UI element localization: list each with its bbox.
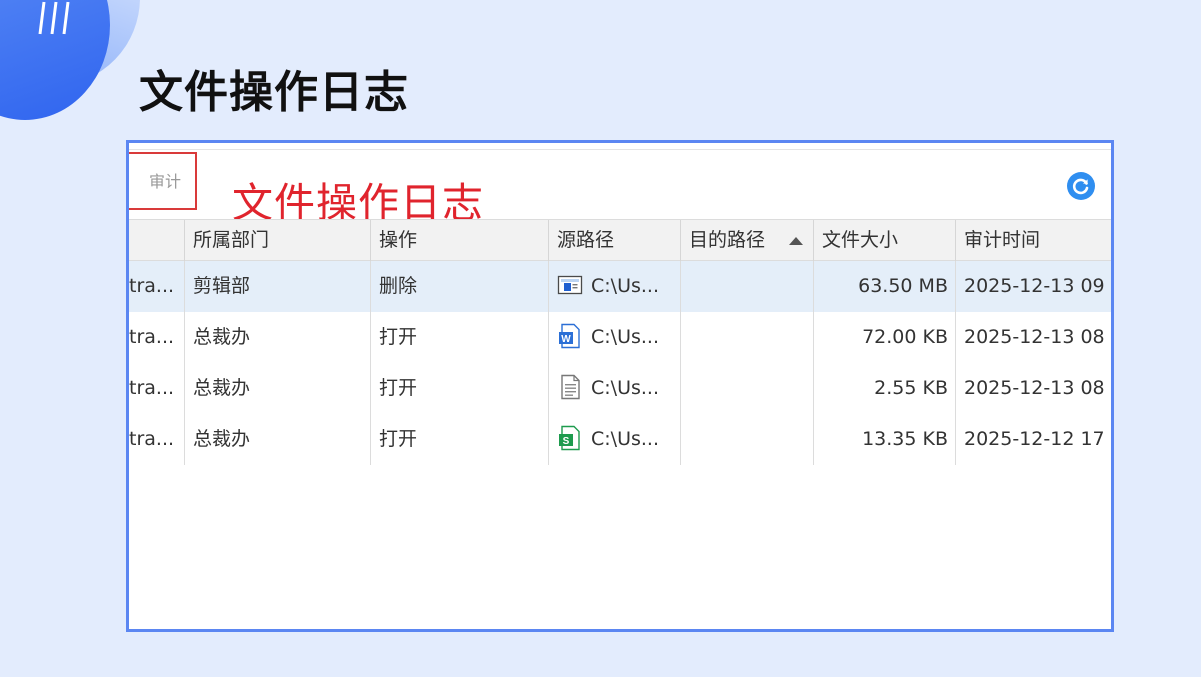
- cell-source-path: C:\Us...: [549, 261, 681, 312]
- source-path-text: C:\Us...: [591, 275, 659, 297]
- cell-audit-time: 2025-12-13 08: [956, 363, 1111, 414]
- cell-operation: 删除: [371, 261, 549, 312]
- cell-dest-path: [681, 414, 814, 465]
- decor-stripes-icon: [38, 1, 70, 35]
- refresh-icon[interactable]: [1066, 171, 1096, 201]
- cell-user: tra...: [129, 312, 185, 363]
- cell-dest-path: [681, 363, 814, 414]
- cell-operation: 打开: [371, 414, 549, 465]
- column-header-audit-time[interactable]: 审计时间: [956, 220, 1111, 261]
- cell-department: 剪辑部: [185, 261, 371, 312]
- table-row[interactable]: tra... 总裁办 打开 C:\Us... 2.55 KB 2025-12-1…: [129, 363, 1111, 414]
- cell-operation: 打开: [371, 363, 549, 414]
- column-header-operation[interactable]: 操作: [371, 220, 549, 261]
- table-header: 所属部门 操作 源路径 目的路径 文件大小 审计时间: [129, 219, 1111, 261]
- table-row[interactable]: tra... 剪辑部 删除 C:\Us... 63.50 MB 2025-12-…: [129, 261, 1111, 312]
- column-header-department[interactable]: 所属部门: [185, 220, 371, 261]
- cell-department: 总裁办: [185, 312, 371, 363]
- cell-file-size: 13.35 KB: [814, 414, 956, 465]
- tab-audit[interactable]: 审计: [129, 152, 197, 210]
- spreadsheet-file-icon: S: [559, 425, 580, 450]
- column-header-dest-path[interactable]: 目的路径: [681, 220, 814, 261]
- cell-source-path: S C:\Us...: [549, 414, 681, 465]
- cell-audit-time: 2025-12-13 08: [956, 312, 1111, 363]
- cell-audit-time: 2025-12-13 09: [956, 261, 1111, 312]
- column-header-file-size[interactable]: 文件大小: [814, 220, 956, 261]
- cell-dest-path: [681, 261, 814, 312]
- cell-source-path: W C:\Us...: [549, 312, 681, 363]
- cell-user: tra...: [129, 261, 185, 312]
- corner-decoration: [0, 0, 160, 130]
- source-path-text: C:\Us...: [591, 326, 659, 348]
- cell-file-size: 72.00 KB: [814, 312, 956, 363]
- screenshot-frame: 审计 文件操作日志 所属部门 操作 源路径 目的路径 文件大小 审计时间 tra…: [126, 140, 1114, 632]
- text-file-icon: [561, 374, 580, 399]
- table-row[interactable]: tra... 总裁办 打开 W C:\Us... 72.00 KB 2025-1…: [129, 312, 1111, 363]
- cell-department: 总裁办: [185, 414, 371, 465]
- column-header-source-path[interactable]: 源路径: [549, 220, 681, 261]
- cell-dest-path: [681, 312, 814, 363]
- cell-operation: 打开: [371, 312, 549, 363]
- source-path-text: C:\Us...: [591, 377, 659, 399]
- source-path-text: C:\Us...: [591, 428, 659, 450]
- svg-text:S: S: [563, 436, 570, 447]
- sort-ascending-icon: [789, 237, 803, 245]
- column-header-user[interactable]: [129, 220, 185, 261]
- cell-source-path: C:\Us...: [549, 363, 681, 414]
- table-row[interactable]: tra... 总裁办 打开 S C:\Us... 13.35 KB 2025-1…: [129, 414, 1111, 465]
- divider: [129, 149, 1111, 150]
- page-title: 文件操作日志: [139, 67, 409, 118]
- cell-file-size: 2.55 KB: [814, 363, 956, 414]
- cell-user: tra...: [129, 414, 185, 465]
- word-file-icon: W: [559, 323, 580, 348]
- image-file-icon: [557, 275, 583, 294]
- cell-audit-time: 2025-12-12 17: [956, 414, 1111, 465]
- column-header-dest-path-label: 目的路径: [689, 229, 766, 251]
- cell-user: tra...: [129, 363, 185, 414]
- svg-text:W: W: [561, 334, 571, 345]
- cell-department: 总裁办: [185, 363, 371, 414]
- cell-file-size: 63.50 MB: [814, 261, 956, 312]
